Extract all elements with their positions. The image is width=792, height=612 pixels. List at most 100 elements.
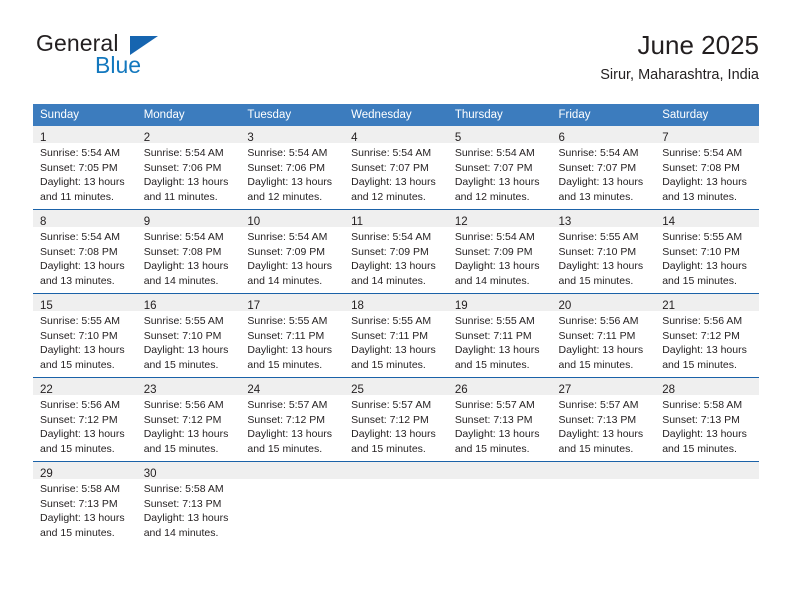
- day-cell[interactable]: 6 Sunrise: 5:54 AM Sunset: 7:07 PM Daylight…: [551, 126, 656, 209]
- weekday-header-wednesday: Wednesday: [344, 104, 448, 126]
- sunrise-text: Sunrise: 5:56 AM: [40, 399, 120, 411]
- daylight-text-line1: Daylight: 13 hours: [662, 344, 747, 356]
- logo-text-blue: Blue: [95, 52, 142, 78]
- day-number: 10: [247, 216, 261, 228]
- general-blue-logo[interactable]: General Blue: [33, 30, 263, 88]
- day-number: 13: [558, 216, 572, 228]
- day-cell[interactable]: 10 Sunrise: 5:54 AM Sunset: 7:09 PM Dayligh…: [240, 210, 345, 293]
- sunrise-text: Sunrise: 5:56 AM: [558, 315, 639, 327]
- sunrise-text: Sunrise: 5:55 AM: [558, 231, 639, 243]
- day-cell[interactable]: 2 Sunrise: 5:54 AM Sunset: 7:06 PM Daylight…: [136, 126, 241, 209]
- daylight-text-line2: and 13 minutes.: [662, 190, 737, 203]
- day-cell[interactable]: 16 Sunrise: 5:55 AM Sunset: 7:10 PM Dayligh…: [136, 294, 241, 377]
- sunset-text: Sunset: 7:09 PM: [351, 245, 429, 258]
- day-cell[interactable]: 1 Sunrise: 5:54 AM Sunset: 7:05 PM Daylight…: [33, 126, 137, 209]
- day-cell[interactable]: 11 Sunrise: 5:54 AM Sunset: 7:09 PM Dayligh…: [344, 210, 448, 293]
- sunrise-text: Sunrise: 5:58 AM: [40, 483, 120, 495]
- day-cell[interactable]: 30 Sunrise: 5:58 AM Sunset: 7:13 PM Dayligh…: [136, 462, 241, 545]
- sunset-text: Sunset: 7:08 PM: [143, 245, 222, 258]
- day-cell[interactable]: 8 Sunrise: 5:54 AM Sunset: 7:08 PM Daylight…: [33, 210, 137, 293]
- day-cell[interactable]: 19 Sunrise: 5:55 AM Sunset: 7:11 PM Dayligh…: [447, 294, 552, 377]
- daylight-text-line2: and 15 minutes.: [662, 442, 737, 455]
- daylight-text-line2: and 15 minutes.: [662, 274, 737, 287]
- day-number: 26: [454, 384, 468, 396]
- sunrise-text: Sunrise: 5:54 AM: [143, 147, 224, 159]
- sunrise-text: Sunrise: 5:54 AM: [40, 147, 120, 159]
- day-cell[interactable]: 26 Sunrise: 5:57 AM Sunset: 7:13 PM Dayligh…: [447, 378, 552, 461]
- day-cell[interactable]: 22 Sunrise: 5:56 AM Sunset: 7:12 PM Dayligh…: [33, 378, 137, 461]
- daylight-text-line1: Daylight: 13 hours: [662, 260, 747, 272]
- sunset-text: Sunset: 7:12 PM: [40, 413, 118, 426]
- daylight-text-line2: and 15 minutes.: [40, 526, 115, 539]
- day-number: 27: [558, 384, 572, 396]
- day-number: 22: [40, 384, 53, 396]
- sunset-text: Sunset: 7:13 PM: [143, 497, 222, 510]
- sunset-text: Sunset: 7:11 PM: [558, 329, 636, 342]
- page-title: June 2025: [637, 30, 759, 60]
- day-cell[interactable]: 21 Sunrise: 5:56 AM Sunset: 7:12 PM Dayligh…: [655, 294, 759, 377]
- daylight-text-line2: and 14 minutes.: [454, 274, 530, 287]
- daylight-text-line1: Daylight: 13 hours: [351, 428, 436, 440]
- day-cell[interactable]: 14 Sunrise: 5:55 AM Sunset: 7:10 PM Dayligh…: [655, 210, 759, 293]
- day-cell-empty: [240, 462, 345, 545]
- sunrise-text: Sunrise: 5:55 AM: [662, 231, 743, 243]
- day-cell[interactable]: 5 Sunrise: 5:54 AM Sunset: 7:07 PM Daylight…: [447, 126, 552, 209]
- day-cell[interactable]: 7 Sunrise: 5:54 AM Sunset: 7:08 PM Daylight…: [655, 126, 759, 209]
- day-cell[interactable]: 17 Sunrise: 5:55 AM Sunset: 7:11 PM Dayligh…: [240, 294, 345, 377]
- daylight-text-line2: and 15 minutes.: [558, 358, 634, 371]
- day-number: 29: [40, 468, 53, 480]
- weekday-header-friday: Friday: [551, 104, 656, 126]
- day-cell[interactable]: 20 Sunrise: 5:56 AM Sunset: 7:11 PM Dayligh…: [551, 294, 656, 377]
- calendar-header-row: Sunday Monday Tuesday Wednesday Thursday…: [33, 104, 759, 126]
- sunrise-text: Sunrise: 5:56 AM: [662, 315, 743, 327]
- day-number: 23: [143, 384, 157, 396]
- day-cell[interactable]: 24 Sunrise: 5:57 AM Sunset: 7:12 PM Dayligh…: [240, 378, 345, 461]
- sunset-text: Sunset: 7:11 PM: [351, 329, 428, 342]
- day-cell[interactable]: 27 Sunrise: 5:57 AM Sunset: 7:13 PM Dayligh…: [551, 378, 656, 461]
- daylight-text-line1: Daylight: 13 hours: [247, 428, 333, 440]
- sunrise-text: Sunrise: 5:54 AM: [662, 147, 743, 159]
- sunrise-text: Sunrise: 5:55 AM: [351, 315, 432, 327]
- sunrise-text: Sunrise: 5:55 AM: [143, 315, 224, 327]
- day-number: 5: [454, 132, 462, 144]
- day-cell[interactable]: 12 Sunrise: 5:54 AM Sunset: 7:09 PM Dayligh…: [447, 210, 552, 293]
- sunrise-text: Sunrise: 5:54 AM: [247, 147, 328, 159]
- day-number: 16: [143, 300, 157, 312]
- daylight-text-line2: and 15 minutes.: [143, 442, 219, 455]
- daylight-text-line2: and 14 minutes.: [143, 274, 219, 287]
- sunrise-text: Sunrise: 5:58 AM: [662, 399, 743, 411]
- day-number: 25: [351, 384, 364, 396]
- day-cell[interactable]: 28 Sunrise: 5:58 AM Sunset: 7:13 PM Dayligh…: [655, 378, 759, 461]
- day-cell[interactable]: 29 Sunrise: 5:58 AM Sunset: 7:13 PM Dayligh…: [33, 462, 137, 545]
- sunrise-text: Sunrise: 5:54 AM: [454, 147, 535, 159]
- sunset-text: Sunset: 7:13 PM: [558, 413, 637, 426]
- daylight-text-line1: Daylight: 13 hours: [351, 176, 436, 188]
- daylight-text-line2: and 15 minutes.: [40, 358, 115, 371]
- day-cell-empty: [655, 462, 759, 545]
- day-number: 28: [662, 384, 676, 396]
- daylight-text-line1: Daylight: 13 hours: [143, 512, 229, 524]
- daylight-text-line2: and 15 minutes.: [40, 442, 115, 455]
- calendar-week-row: 22 Sunrise: 5:56 AM Sunset: 7:12 PM Dayligh…: [33, 378, 759, 461]
- day-cell[interactable]: 9 Sunrise: 5:54 AM Sunset: 7:08 PM Daylight…: [136, 210, 241, 293]
- day-number: 24: [247, 384, 261, 396]
- day-cell[interactable]: 3 Sunrise: 5:54 AM Sunset: 7:06 PM Daylight…: [240, 126, 345, 209]
- daylight-text-line1: Daylight: 13 hours: [558, 176, 644, 188]
- day-cell[interactable]: 23 Sunrise: 5:56 AM Sunset: 7:12 PM Dayligh…: [136, 378, 241, 461]
- sunset-text: Sunset: 7:10 PM: [143, 329, 222, 342]
- day-cell[interactable]: 25 Sunrise: 5:57 AM Sunset: 7:12 PM Dayligh…: [344, 378, 448, 461]
- sunrise-text: Sunrise: 5:57 AM: [351, 399, 432, 411]
- daylight-text-line1: Daylight: 13 hours: [662, 176, 747, 188]
- weekday-header-monday: Monday: [136, 104, 241, 126]
- day-number: 15: [40, 300, 53, 312]
- day-cell[interactable]: 18 Sunrise: 5:55 AM Sunset: 7:11 PM Dayligh…: [344, 294, 448, 377]
- sunset-text: Sunset: 7:11 PM: [247, 329, 325, 342]
- sunset-text: Sunset: 7:13 PM: [662, 413, 740, 426]
- day-cell[interactable]: 4 Sunrise: 5:54 AM Sunset: 7:07 PM Daylight…: [344, 126, 448, 209]
- weekday-header-tuesday: Tuesday: [240, 104, 345, 126]
- day-cell[interactable]: 13 Sunrise: 5:55 AM Sunset: 7:10 PM Dayligh…: [551, 210, 656, 293]
- sunset-text: Sunset: 7:08 PM: [662, 161, 740, 174]
- sunrise-text: Sunrise: 5:55 AM: [40, 315, 120, 327]
- day-cell[interactable]: 15 Sunrise: 5:55 AM Sunset: 7:10 PM Dayligh…: [33, 294, 137, 377]
- daylight-text-line1: Daylight: 13 hours: [143, 344, 229, 356]
